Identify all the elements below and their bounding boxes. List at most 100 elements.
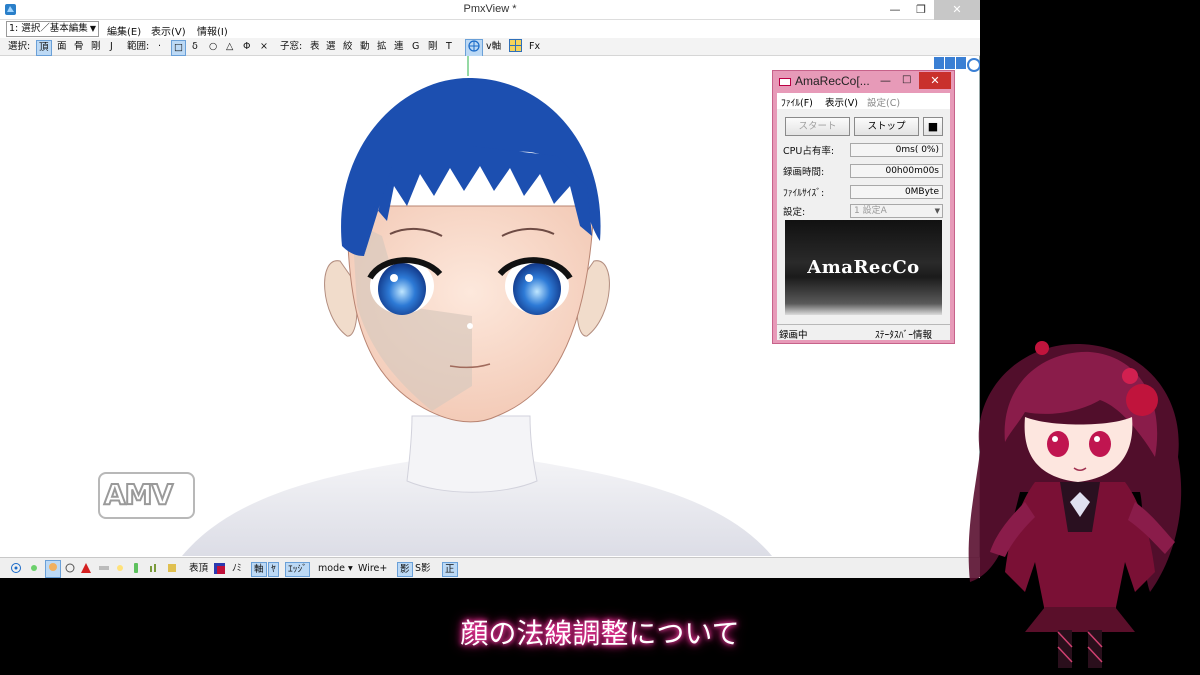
- menu-edit[interactable]: 編集(E): [107, 23, 141, 38]
- start-button[interactable]: スタート: [785, 117, 850, 136]
- mascot-rose-small: [1122, 368, 1138, 384]
- menu-view[interactable]: 表示(V): [151, 23, 186, 38]
- close-button[interactable]: ✕: [934, 0, 980, 20]
- video-subtitle: 顔の法線調整について: [460, 617, 740, 650]
- amarecco-close-button[interactable]: ✕: [919, 72, 951, 89]
- mascot-rose-large: [1126, 384, 1158, 416]
- right-iris: [513, 263, 561, 315]
- bars-icon[interactable]: [148, 562, 160, 578]
- menu-bar: 1: 選択／基本編集 ▼ 編集(E) 表示(V) 情報(I): [0, 20, 980, 38]
- chevron-down-icon: ▼: [934, 207, 940, 215]
- self-shadow-toggle[interactable]: S影: [415, 562, 431, 575]
- y-toggle[interactable]: ﾔ: [268, 562, 279, 577]
- mascot-left-eye-highlight: [1052, 436, 1058, 442]
- mascot-right-eye-highlight: [1094, 436, 1100, 442]
- child-t-button[interactable]: T: [446, 40, 452, 54]
- cpu-usage-value: 0ms( 0%): [850, 143, 943, 157]
- range-point-toggle[interactable]: ·: [158, 40, 161, 54]
- light-icon[interactable]: [45, 560, 61, 578]
- amarecco-menu-settings[interactable]: 設定(C): [867, 95, 900, 109]
- mode-select[interactable]: 1: 選択／基本編集 ▼: [6, 21, 99, 37]
- minimize-button[interactable]: —: [882, 0, 908, 20]
- child-scale-button[interactable]: 拡: [377, 40, 387, 54]
- range-circle-toggle[interactable]: ○: [209, 40, 217, 54]
- front-view-toggle[interactable]: 正: [442, 562, 458, 577]
- child-group-button[interactable]: G: [412, 40, 419, 54]
- child-filter-button[interactable]: 絞: [343, 40, 353, 54]
- amarecco-minimize-button[interactable]: —: [880, 74, 891, 87]
- target-icon[interactable]: [10, 562, 22, 578]
- sparkle-icon[interactable]: [28, 562, 40, 578]
- amarecco-statusbar: 録画中 ｽﾃｰﾀｽﾊﾞｰ情報: [777, 324, 950, 341]
- amarecco-maximize-button[interactable]: □: [902, 74, 911, 85]
- setting-select-value: 1 設定A: [854, 206, 887, 216]
- range-label: 範囲:: [127, 41, 150, 52]
- amarecco-body: ﾌｧｲﾙ(F) 表示(V) 設定(C) スタート ストップ ■ CPU占有率: …: [777, 93, 950, 341]
- file-size-value: 0MByte: [850, 185, 943, 199]
- fx-button[interactable]: Fx: [529, 40, 540, 54]
- v-axis-button[interactable]: v軸: [486, 40, 501, 54]
- amarecco-window: AmaRecCo[... — □ ✕ ﾌｧｲﾙ(F) 表示(V) 設定(C) ス…: [772, 70, 955, 344]
- camera-icon[interactable]: [64, 562, 76, 578]
- wire-toggle[interactable]: Wire+: [358, 562, 387, 575]
- color-swatch-icon[interactable]: [214, 563, 225, 578]
- axis-toggle[interactable]: 軸: [251, 562, 267, 577]
- amarecco-app-icon: [779, 78, 791, 86]
- bottle-icon[interactable]: [132, 562, 140, 578]
- setting-select[interactable]: 1 設定A ▼: [850, 204, 943, 218]
- main-toolbar: 選択: 頂 面 骨 剛 J 範囲: · □ δ ○ △ Φ × 子窓: 表 選 …: [0, 38, 980, 58]
- preview-toggle-button[interactable]: ■: [923, 117, 943, 136]
- select-bone-toggle[interactable]: 骨: [74, 40, 84, 54]
- amarecco-menu-bar: ﾌｧｲﾙ(F) 表示(V) 設定(C): [777, 93, 950, 109]
- child-rigid-button[interactable]: 剛: [428, 40, 438, 54]
- only-toggle[interactable]: ﾉﾐ: [232, 562, 242, 575]
- pmxview-titlebar[interactable]: PmxView * — ❐ ✕: [0, 0, 980, 20]
- setting-label: 設定:: [783, 207, 806, 218]
- tools-icon[interactable]: [166, 562, 178, 578]
- range-rect-toggle[interactable]: □: [171, 40, 186, 56]
- grid-icon[interactable]: [509, 39, 522, 57]
- rec-time-value: 00h00m00s: [850, 164, 943, 178]
- nose-highlight: [467, 323, 473, 329]
- file-size-label: ﾌｧｲﾙｻｲｽﾞ:: [783, 188, 825, 199]
- range-clear-toggle[interactable]: ×: [260, 40, 268, 54]
- show-vertex-toggle[interactable]: 表頂: [189, 562, 208, 575]
- warning-icon[interactable]: [80, 562, 92, 578]
- mascot-right-eye: [1089, 431, 1111, 457]
- edge-toggle[interactable]: ｴｯｼﾞ: [285, 562, 311, 577]
- amarecco-title: AmaRecCo[...: [795, 74, 870, 88]
- mascot-rose-top: [1035, 341, 1049, 355]
- window-title: PmxView *: [463, 3, 517, 15]
- cpu-usage-label: CPU占有率:: [783, 146, 835, 157]
- restore-button[interactable]: ❐: [908, 0, 934, 20]
- chevron-down-icon: ▼: [89, 24, 96, 33]
- range-delta-toggle[interactable]: δ: [192, 40, 198, 54]
- left-iris: [378, 263, 426, 315]
- stop-button[interactable]: ストップ: [854, 117, 919, 136]
- statusbar-info: ｽﾃｰﾀｽﾊﾞｰ情報: [875, 330, 933, 341]
- range-triangle-toggle[interactable]: △: [226, 40, 233, 54]
- amarecco-menu-file[interactable]: ﾌｧｲﾙ(F): [781, 95, 813, 109]
- child-table-button[interactable]: 表: [310, 40, 320, 54]
- child-link-button[interactable]: 連: [394, 40, 404, 54]
- child-select-button[interactable]: 選: [326, 40, 336, 54]
- sun-icon[interactable]: [114, 562, 126, 578]
- amarecco-menu-view[interactable]: 表示(V): [825, 95, 858, 109]
- left-eye-highlight: [390, 274, 398, 282]
- recording-status: 録画中: [779, 330, 808, 341]
- rec-time-label: 録画時間:: [783, 167, 825, 178]
- menu-info[interactable]: 情報(I): [197, 23, 228, 38]
- shirt-collar: [406, 415, 538, 493]
- mode-select-value: 1: 選択／基本編集: [9, 23, 88, 34]
- select-rigid-toggle[interactable]: 剛: [91, 40, 101, 54]
- mode-dropdown[interactable]: mode ▾: [318, 562, 353, 575]
- select-face-toggle[interactable]: 面: [57, 40, 67, 54]
- select-vertex-toggle[interactable]: 頂: [36, 40, 52, 56]
- child-move-button[interactable]: 動: [360, 40, 370, 54]
- pmd-icon[interactable]: [98, 562, 110, 578]
- pan-gizmo-icon: [945, 57, 955, 69]
- select-joint-toggle[interactable]: J: [110, 40, 113, 54]
- amarecco-titlebar[interactable]: AmaRecCo[... — □ ✕: [773, 71, 954, 93]
- range-phi-toggle[interactable]: Φ: [243, 40, 250, 54]
- shadow-toggle[interactable]: 影: [397, 562, 413, 577]
